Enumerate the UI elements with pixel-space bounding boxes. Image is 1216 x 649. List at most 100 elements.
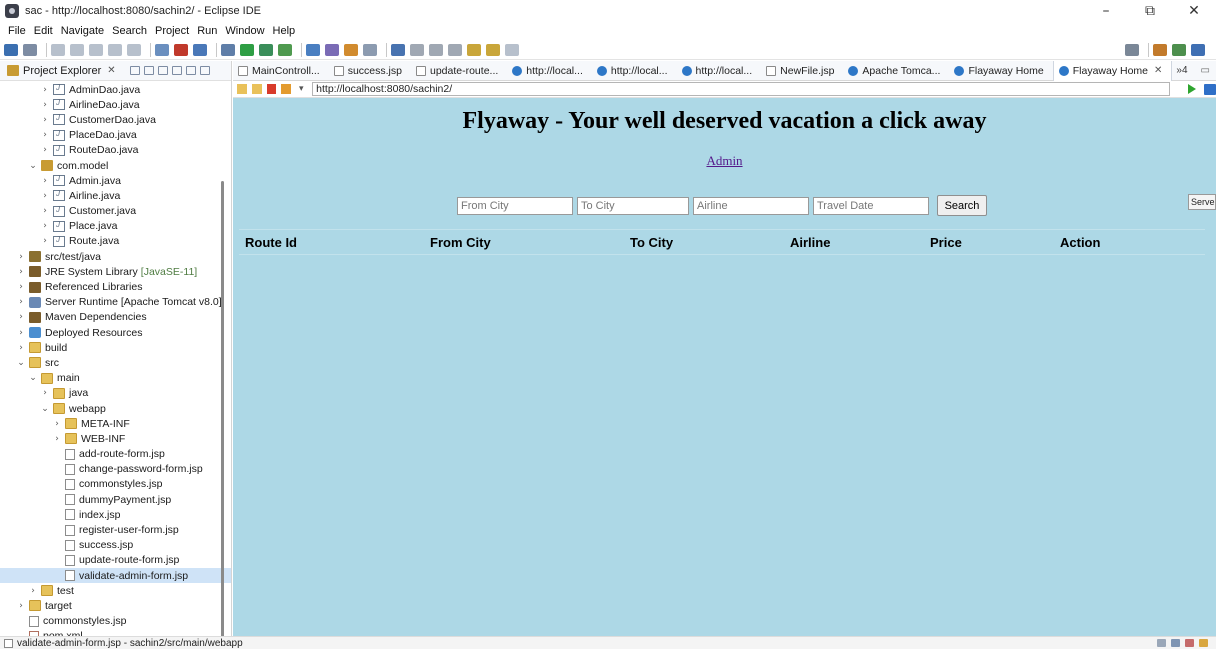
menu-window[interactable]: Window (221, 25, 268, 37)
editor-tab[interactable]: Flayaway Home ✕ (1052, 60, 1173, 81)
perspective-icon[interactable] (1153, 44, 1167, 56)
next-annotation-icon[interactable] (429, 43, 443, 56)
chevron-down-icon[interactable]: ⌄ (16, 358, 26, 368)
problems-icon[interactable] (1185, 639, 1194, 647)
go-icon[interactable] (1188, 84, 1197, 94)
back-arrow-icon[interactable] (237, 84, 247, 94)
tree-item[interactable]: success.jsp (0, 538, 231, 553)
editor-tab[interactable]: http://local... (507, 61, 592, 81)
run-icon[interactable] (240, 43, 254, 56)
prev-annotation-icon[interactable] (448, 43, 462, 56)
coverage-icon[interactable] (259, 43, 273, 56)
tree-item[interactable]: index.jsp (0, 507, 231, 522)
tree-item[interactable]: › build (0, 340, 231, 355)
tree-item[interactable]: commonstyles.jsp (0, 477, 231, 492)
tree-item[interactable]: change-password-form.jsp (0, 462, 231, 477)
editor-tab[interactable]: success.jsp (329, 61, 411, 81)
travel-date-input[interactable] (813, 196, 929, 215)
new-server-icon[interactable] (306, 43, 320, 56)
tree-item[interactable]: update-route-form.jsp (0, 553, 231, 568)
stop-icon[interactable] (266, 84, 277, 94)
chevron-right-icon[interactable]: › (40, 206, 50, 216)
chevron-down-icon[interactable]: ⌄ (28, 161, 38, 171)
open-type-icon[interactable] (155, 43, 169, 56)
tree-item[interactable]: › Server Runtime [Apache Tomcat v8.0] (0, 295, 231, 310)
external-tools-icon[interactable] (278, 43, 292, 56)
minimize-view-icon[interactable] (185, 66, 196, 75)
search-button[interactable]: Search (937, 195, 987, 216)
close-button[interactable]: ✕ (1172, 0, 1216, 22)
new-icon[interactable] (4, 43, 18, 56)
url-input[interactable]: http://localhost:8080/sachin2/ (312, 82, 1171, 96)
menu-project[interactable]: Project (151, 25, 193, 37)
menu-file[interactable]: File (4, 25, 30, 37)
tree-item[interactable]: › Route.java (0, 234, 231, 249)
editor-tab[interactable]: MainControll... (233, 61, 329, 81)
chevron-right-icon[interactable]: › (16, 328, 26, 338)
tree-item[interactable]: › java (0, 386, 231, 401)
editor-tab[interactable]: http://local... (677, 61, 762, 81)
chevron-right-icon[interactable]: › (16, 267, 26, 277)
tree-item[interactable]: register-user-form.jsp (0, 522, 231, 537)
chevron-right-icon[interactable]: › (16, 297, 26, 307)
view-menu-icon[interactable] (171, 66, 182, 75)
tree-item[interactable]: › test (0, 583, 231, 598)
tree-item[interactable]: › WEB-INF (0, 431, 231, 446)
chevron-right-icon[interactable]: › (40, 100, 50, 110)
forward-arrow-icon[interactable] (251, 84, 262, 94)
chevron-right-icon[interactable]: › (16, 601, 26, 611)
explorer-scrollbar[interactable] (221, 181, 224, 636)
chevron-right-icon[interactable]: › (16, 252, 26, 262)
tree-item[interactable]: dummyPayment.jsp (0, 492, 231, 507)
editor-tab[interactable]: http://local... (592, 61, 677, 81)
editor-tab[interactable]: Flayaway Home (949, 61, 1052, 81)
suspend-icon[interactable] (70, 43, 84, 56)
chevron-right-icon[interactable]: › (16, 343, 26, 353)
skip-breakpoints-icon[interactable] (174, 43, 188, 56)
tree-item[interactable]: › META-INF (0, 416, 231, 431)
annotation-icon[interactable] (410, 43, 424, 56)
resume-icon[interactable] (51, 43, 65, 56)
step-into-icon[interactable] (108, 43, 122, 56)
editor-tab[interactable]: NewFile.jsp (761, 61, 843, 81)
maximize-view-icon[interactable] (199, 66, 210, 75)
menu-navigate[interactable]: Navigate (57, 25, 108, 37)
search-icon[interactable] (1125, 44, 1139, 56)
editor-tab[interactable]: update-route... (411, 61, 507, 81)
tree-item[interactable]: › Place.java (0, 219, 231, 234)
chevron-right-icon[interactable]: › (40, 176, 50, 186)
open-folder-icon[interactable] (344, 43, 358, 56)
back-icon[interactable] (467, 43, 481, 56)
home-icon[interactable] (1204, 83, 1216, 95)
menu-help[interactable]: Help (269, 25, 300, 37)
close-icon[interactable]: ✕ (1154, 65, 1162, 76)
from-city-input[interactable] (457, 196, 573, 215)
new-class-icon[interactable] (325, 43, 339, 56)
minimize-view-icon[interactable]: ▭ (1201, 65, 1210, 76)
tree-item[interactable]: › Maven Dependencies (0, 310, 231, 325)
chevron-right-icon[interactable]: › (52, 419, 62, 429)
tree-item[interactable]: ⌄ src (0, 355, 231, 370)
tree-item[interactable]: › AirlineDao.java (0, 97, 231, 112)
tab-project-explorer[interactable]: Project Explorer ✕ (4, 65, 116, 77)
java-ee-perspective-icon[interactable] (1172, 44, 1186, 56)
pin-icon[interactable] (505, 43, 519, 56)
maximize-button[interactable]: ⧉ (1128, 0, 1172, 22)
tree-item[interactable]: ⌄ webapp (0, 401, 231, 416)
link-editor-icon[interactable] (143, 66, 154, 75)
tree-item[interactable]: › target (0, 598, 231, 613)
admin-link-anchor[interactable]: Admin (706, 153, 742, 168)
tree-item[interactable]: › Customer.java (0, 204, 231, 219)
progress-icon[interactable] (1199, 639, 1208, 647)
tree-item[interactable]: › AdminDao.java (0, 82, 231, 97)
tasks-icon[interactable] (1157, 639, 1166, 647)
menu-run[interactable]: Run (193, 25, 221, 37)
menu-edit[interactable]: Edit (30, 25, 57, 37)
debug-perspective-icon[interactable] (1191, 44, 1205, 56)
tree-item[interactable]: ⌄ com.model (0, 158, 231, 173)
more-tabs-button[interactable]: »4 (1172, 65, 1191, 76)
tree-item[interactable]: add-route-form.jsp (0, 447, 231, 462)
save-icon[interactable] (23, 43, 37, 56)
forward-icon[interactable] (486, 43, 500, 56)
chevron-right-icon[interactable]: › (40, 221, 50, 231)
